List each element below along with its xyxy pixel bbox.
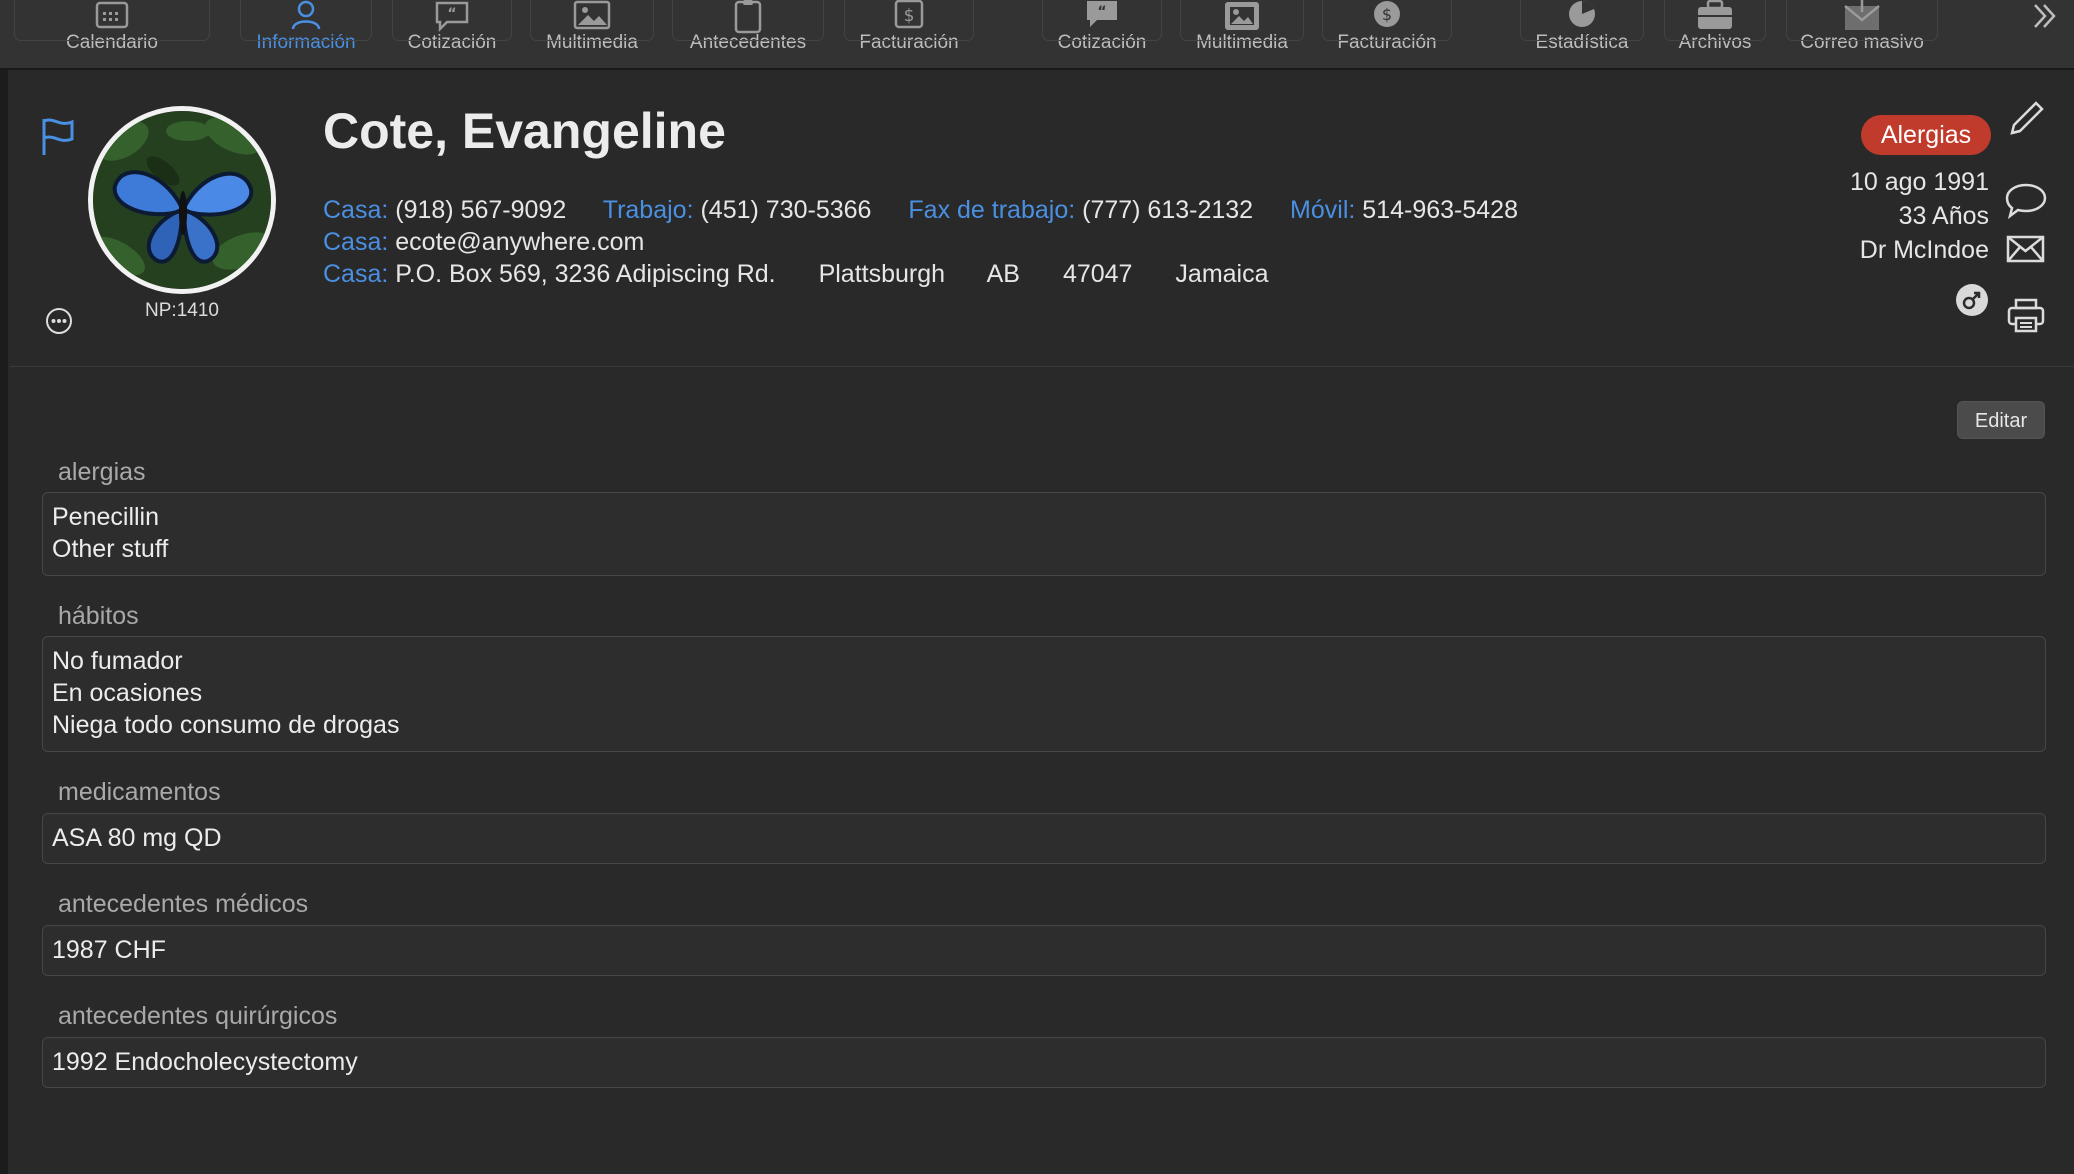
edit-button[interactable]: Editar bbox=[1957, 401, 2045, 439]
surgical-history-field[interactable]: 1992 Endocholecystectomy bbox=[42, 1037, 2046, 1088]
clipboard-icon bbox=[734, 0, 762, 34]
patient-number: NP:1410 bbox=[145, 300, 219, 321]
address-street: P.O. Box 569, 3236 Adipiscing Rd. bbox=[395, 260, 776, 288]
header-divider bbox=[10, 366, 2074, 367]
left-edge bbox=[0, 70, 8, 1174]
email-label: Casa: bbox=[323, 228, 389, 256]
photo-icon bbox=[573, 0, 611, 30]
dollar-circle-icon: $ bbox=[1374, 1, 1400, 27]
work-fax-label: Fax de trabajo: bbox=[908, 196, 1076, 224]
more-options-icon[interactable] bbox=[44, 306, 74, 336]
mass-mail-icon bbox=[1844, 0, 1880, 30]
briefcase-icon bbox=[1698, 0, 1732, 29]
work-fax[interactable]: (777) 613-2132 bbox=[1082, 196, 1253, 224]
habits-title: hábitos bbox=[58, 602, 139, 630]
message-bubble-icon[interactable] bbox=[2004, 182, 2048, 220]
tab-facturacion-2[interactable]: $ Facturación bbox=[1322, 0, 1452, 62]
medications-field[interactable]: ASA 80 mg QD bbox=[42, 813, 2046, 864]
surgical-history-line: 1992 Endocholecystectomy bbox=[52, 1048, 358, 1076]
address-region: AB bbox=[986, 260, 1020, 288]
work-phone-label: Trabajo: bbox=[602, 196, 694, 224]
work-phone[interactable]: (451) 730-5366 bbox=[700, 196, 871, 224]
allergies-title: alergias bbox=[58, 458, 146, 486]
tab-cotizacion-2[interactable]: “ Cotización bbox=[1042, 0, 1162, 62]
quote-bubble-icon: “ bbox=[435, 1, 469, 32]
habits-line: En ocasiones bbox=[52, 679, 203, 707]
tab-antecedentes[interactable]: Antecedentes bbox=[672, 0, 824, 62]
svg-text:$: $ bbox=[1382, 5, 1392, 24]
tab-estadistica[interactable]: Estadística bbox=[1520, 0, 1644, 62]
pencil-icon[interactable] bbox=[2006, 99, 2046, 139]
double-chevron-right-icon[interactable] bbox=[2030, 2, 2060, 32]
printer-icon[interactable] bbox=[2006, 298, 2046, 334]
medical-history-line: 1987 CHF bbox=[52, 936, 166, 964]
envelope-icon[interactable] bbox=[2006, 234, 2046, 264]
person-icon bbox=[291, 0, 321, 30]
tab-informacion[interactable]: Información bbox=[240, 0, 372, 62]
tab-multimedia[interactable]: Multimedia bbox=[530, 0, 654, 62]
birthdate: 10 ago 1991 bbox=[1849, 168, 1989, 196]
phones-line: Casa: (918) 567-9092 Trabajo: (451) 730-… bbox=[323, 196, 1518, 225]
allergies-line: Other stuff bbox=[52, 535, 169, 563]
habits-field[interactable]: No fumador En ocasiones Niega todo consu… bbox=[42, 636, 2046, 752]
home-phone-label: Casa: bbox=[323, 196, 389, 224]
address-country: Jamaica bbox=[1175, 260, 1269, 288]
tab-archivos[interactable]: Archivos bbox=[1664, 0, 1766, 62]
butterfly-photo bbox=[93, 111, 271, 289]
pie-chart-icon bbox=[1569, 1, 1595, 27]
medications-line: ASA 80 mg QD bbox=[52, 824, 222, 852]
email-value[interactable]: ecote@anywhere.com bbox=[395, 228, 644, 256]
main-toolbar: Calendario Información “ Cotización Mult… bbox=[0, 0, 2074, 70]
address-line: Casa: P.O. Box 569, 3236 Adipiscing Rd. … bbox=[323, 260, 1269, 289]
mobile-phone-label: Móvil: bbox=[1290, 196, 1356, 224]
habits-line: Niega todo consumo de drogas bbox=[52, 711, 400, 739]
medications-title: medicamentos bbox=[58, 778, 221, 806]
dollar-doc-icon: $ bbox=[894, 0, 924, 29]
surgical-history-title: antecedentes quirúrgicos bbox=[58, 1002, 338, 1030]
home-phone[interactable]: (918) 567-9092 bbox=[395, 196, 566, 224]
medical-history-title: antecedentes médicos bbox=[58, 890, 309, 918]
svg-text:“: “ bbox=[447, 6, 456, 22]
allergy-alert-badge[interactable]: Alergias bbox=[1861, 115, 1991, 155]
medical-history-field[interactable]: 1987 CHF bbox=[42, 925, 2046, 976]
doctor-name: Dr McIndoe bbox=[1859, 236, 1989, 264]
svg-text:$: $ bbox=[904, 6, 915, 26]
svg-text:“: “ bbox=[1097, 4, 1106, 20]
tab-calendario[interactable]: Calendario bbox=[14, 0, 210, 62]
address-postal: 47047 bbox=[1062, 260, 1133, 288]
address-label: Casa: bbox=[323, 260, 389, 288]
allergies-field[interactable]: Penecillin Other stuff bbox=[42, 492, 2046, 576]
address-city: Plattsburgh bbox=[818, 260, 946, 288]
tab-correo-masivo[interactable]: Correo masivo bbox=[1786, 0, 1938, 62]
patient-avatar[interactable] bbox=[88, 106, 276, 294]
tab-facturacion[interactable]: $ Facturación bbox=[844, 0, 974, 62]
quote-bubble-icon: “ bbox=[1087, 1, 1117, 27]
patient-name: Cote, Evangeline bbox=[323, 103, 726, 159]
tab-cotizacion[interactable]: “ Cotización bbox=[392, 0, 512, 62]
calendar-icon bbox=[95, 1, 129, 29]
email-line: Casa: ecote@anywhere.com bbox=[323, 228, 644, 257]
mobile-phone[interactable]: 514-963-5428 bbox=[1362, 196, 1518, 224]
tab-multimedia-2[interactable]: Multimedia bbox=[1180, 0, 1304, 62]
allergies-line: Penecillin bbox=[52, 503, 160, 531]
flag-icon[interactable] bbox=[40, 117, 76, 157]
photo-icon bbox=[1225, 2, 1259, 30]
male-gender-icon[interactable] bbox=[1955, 283, 1989, 317]
habits-line: No fumador bbox=[52, 647, 183, 675]
age: 33 Años bbox=[1898, 202, 1989, 230]
